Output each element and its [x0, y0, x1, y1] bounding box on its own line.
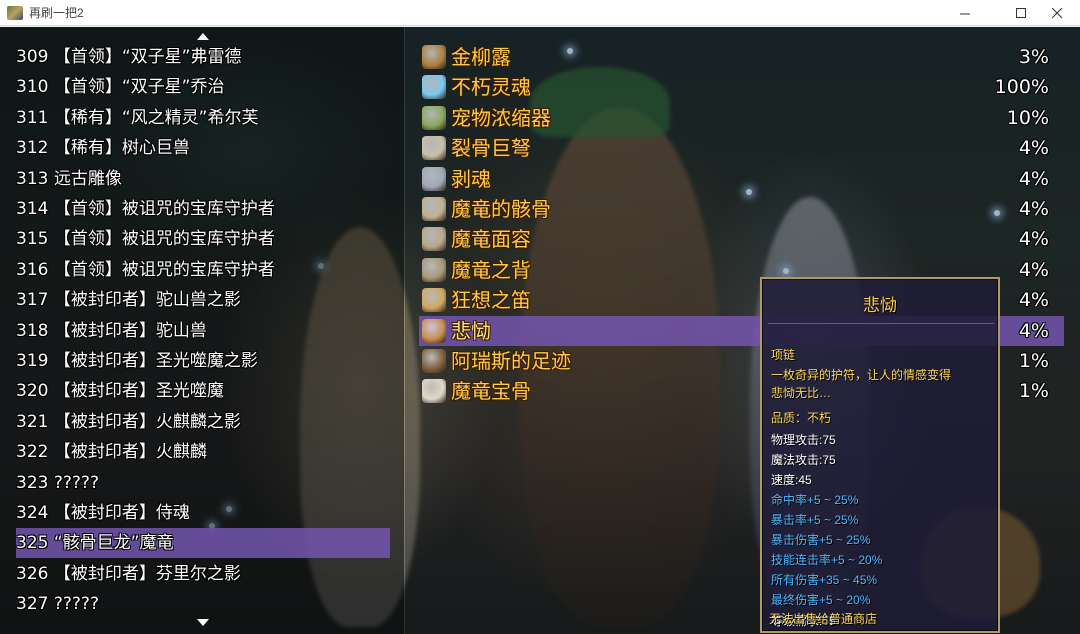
bone-icon	[422, 379, 446, 404]
crystal-icon	[422, 75, 446, 100]
boots-icon	[422, 349, 446, 373]
monster-list-item[interactable]: 319 【被封印者】圣光噬魔之影	[16, 346, 390, 376]
drop-item-name: 不朽灵魂	[451, 75, 531, 100]
tooltip-bonus-stat: 最终伤害+5 ~ 20%	[771, 593, 871, 607]
tooltip-divider	[768, 323, 994, 324]
drop-item[interactable]: 裂骨巨弩 4%	[419, 133, 1064, 163]
monster-list-item[interactable]: 318 【被封印者】驼山兽	[16, 316, 390, 346]
skull-helm-icon	[422, 227, 446, 252]
close-icon	[1051, 7, 1062, 18]
drop-rate: 100%	[994, 76, 1049, 99]
monster-list-item[interactable]: 324 【被封印者】侍魂	[16, 498, 390, 528]
drop-item-name: 魔竜宝骨	[451, 379, 531, 404]
drop-item[interactable]: 金柳露 3%	[419, 42, 1064, 72]
game-window: 再刷一把2 309 【首领】“双子星”弗雷德 310 【首领】“双子星”乔治 311…	[0, 0, 1080, 634]
drop-rate: 1%	[1018, 380, 1049, 403]
dagger-icon	[422, 166, 446, 191]
maximize-icon	[1015, 7, 1026, 18]
drop-rate: 4%	[1018, 258, 1049, 281]
drop-rate: 4%	[1018, 319, 1049, 342]
drop-item-name: 金柳露	[451, 45, 511, 69]
tooltip-stat: 物理攻击:75	[771, 433, 836, 447]
drop-item-name: 悲恸	[451, 318, 491, 343]
drop-item-name: 剥魂	[451, 166, 491, 191]
drop-item-name: 魔竜面容	[451, 227, 531, 252]
tooltip-stat: 速度:45	[771, 473, 812, 487]
monster-list-item[interactable]: 327 ?????	[16, 589, 390, 619]
monster-list-item[interactable]: 315 【首领】被诅咒的宝库守护者	[16, 224, 390, 254]
tooltip-description: 悲恸无比…	[771, 386, 832, 400]
tooltip-bonus-stat: 所有伤害+35 ~ 45%	[771, 573, 878, 587]
app-icon	[7, 6, 23, 20]
monster-list-item[interactable]: 309 【首领】“双子星”弗雷德	[16, 42, 390, 72]
tooltip-sell-note: 无法出售给普通商店	[769, 612, 878, 626]
monster-list-item[interactable]: 313 远古雕像	[16, 164, 390, 194]
window-title: 再刷一把2	[29, 6, 84, 20]
drop-item-name: 宠物浓缩器	[451, 105, 551, 130]
tooltip-description: 一枚奇异的护符，让人的情感变得	[771, 368, 952, 382]
minimize-icon	[959, 13, 970, 14]
drop-item-name: 阿瑞斯的足迹	[451, 349, 571, 373]
tooltip-item-type: 项链	[771, 348, 796, 362]
drop-rate: 4%	[1018, 228, 1049, 251]
crossbow-icon	[422, 136, 446, 161]
monster-list-item[interactable]: 325 “骸骨巨龙”魔竜	[16, 528, 390, 559]
drop-rate: 10%	[1006, 106, 1049, 129]
title-bar: 再刷一把2	[0, 0, 1080, 26]
monster-list-item[interactable]: 317 【被封印者】驼山兽之影	[16, 285, 390, 315]
drop-rate: 4%	[1018, 167, 1049, 190]
tooltip-bonus-stat: 暴击伤害+5 ~ 25%	[771, 533, 871, 547]
drop-item[interactable]: 剥魂 4%	[419, 164, 1064, 194]
drop-item[interactable]: 宠物浓缩器 10%	[419, 103, 1064, 133]
pet-device-icon	[422, 105, 446, 130]
monster-list-item[interactable]: 323 ?????	[16, 468, 390, 498]
monster-list-item[interactable]: 320 【被封印者】圣光噬魔	[16, 376, 390, 406]
tooltip-divider	[768, 631, 994, 632]
drop-rate: 4%	[1018, 289, 1049, 312]
monster-list-item[interactable]: 316 【首领】被诅咒的宝库守护者	[16, 255, 390, 285]
drop-item-name: 裂骨巨弩	[451, 136, 531, 161]
drop-item[interactable]: 魔竜的骸骨 4%	[419, 194, 1064, 224]
drop-rate: 4%	[1018, 198, 1049, 220]
scroll-down-arrow[interactable]	[197, 619, 209, 626]
tooltip-stat: 魔法攻击:75	[771, 453, 836, 467]
monster-list-item[interactable]: 326 【被封印者】芬里尔之影	[16, 559, 390, 589]
drop-rate: 4%	[1018, 137, 1049, 160]
tooltip-bonus-stat: 命中率+5 ~ 25%	[771, 493, 859, 507]
monster-list-item[interactable]: 314 【首领】被诅咒的宝库守护者	[16, 194, 390, 224]
close-button[interactable]	[1034, 0, 1080, 26]
tooltip-bonus-stat: 技能连击率+5 ~ 20%	[771, 553, 883, 567]
bone-armor-icon	[422, 197, 446, 221]
minimize-button[interactable]	[942, 0, 988, 26]
flute-icon	[422, 288, 446, 313]
tooltip-title: 悲恸	[863, 296, 897, 315]
monster-list-item[interactable]: 322 【被封印者】火麒麟	[16, 437, 390, 467]
drop-rate: 1%	[1018, 350, 1049, 372]
spine-icon	[422, 257, 446, 282]
drop-item-name: 魔竜之背	[451, 257, 531, 282]
monster-list-item[interactable]: 310 【首领】“双子星”乔治	[16, 72, 390, 102]
drop-rate: 3%	[1018, 46, 1049, 68]
tooltip-bonus-stat: 暴击率+5 ~ 25%	[771, 513, 859, 527]
scroll-up-arrow[interactable]	[197, 33, 209, 40]
drop-item[interactable]: 不朽灵魂 100%	[419, 72, 1064, 102]
amulet-icon	[422, 318, 446, 343]
potion-icon	[422, 45, 446, 69]
drop-item-name: 狂想之笛	[451, 288, 531, 313]
game-viewport: 309 【首领】“双子星”弗雷德 310 【首领】“双子星”乔治 311 【稀有】“…	[0, 27, 1080, 634]
item-tooltip: 悲恸 项链 一枚奇异的护符，让人的情感变得 悲恸无比… 品质：不朽 物理攻击:7…	[760, 277, 1000, 633]
tooltip-quality: 品质：不朽	[771, 411, 832, 425]
drop-item[interactable]: 魔竜面容 4%	[419, 224, 1064, 254]
monster-list-item[interactable]: 321 【被封印者】火麒麟之影	[16, 407, 390, 437]
monster-list-item[interactable]: 312 【稀有】树心巨兽	[16, 133, 390, 163]
monster-list-panel: 309 【首领】“双子星”弗雷德 310 【首领】“双子星”乔治 311 【稀有】“…	[0, 27, 404, 634]
monster-list-item[interactable]: 311 【稀有】“风之精灵”希尔芙	[16, 103, 390, 133]
drop-item-name: 魔竜的骸骨	[451, 197, 551, 221]
